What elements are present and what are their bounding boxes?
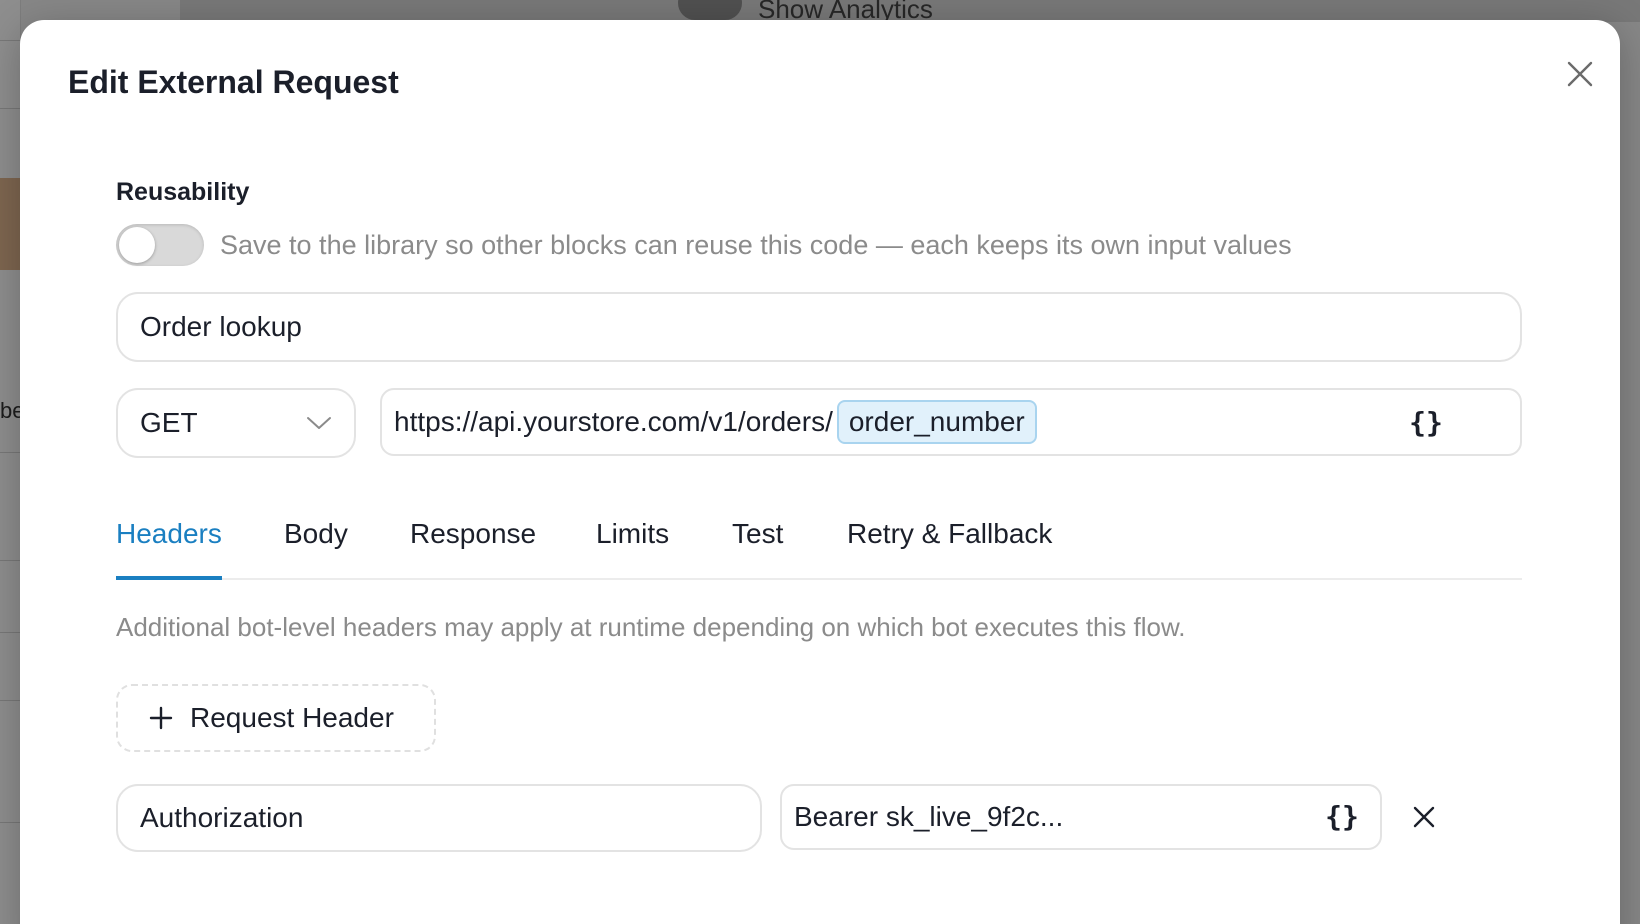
close-button[interactable] [1556, 50, 1604, 98]
request-tabs: Headers Body Response Limits Test Retry … [116, 514, 1522, 580]
add-request-header-button[interactable]: Request Header [116, 684, 436, 752]
tab-headers[interactable]: Headers [116, 514, 222, 580]
edit-external-request-modal: Edit External Request Reusability Save t… [20, 20, 1620, 924]
remove-header-button[interactable] [1402, 795, 1446, 839]
header-value-insert-variable-button[interactable]: {} [1320, 794, 1364, 838]
header-value-input[interactable]: Bearer sk_live_9f2c... [780, 784, 1382, 850]
modal-title: Edit External Request [68, 64, 399, 100]
reusability-label: Reusability [116, 178, 250, 206]
toggle-knob [119, 227, 155, 263]
url-insert-variable-button[interactable]: {} [1404, 400, 1448, 444]
request-name-input[interactable]: Order lookup [116, 292, 1522, 362]
http-method-value: GET [140, 407, 198, 438]
chevron-down-icon [307, 417, 331, 429]
reusability-description: Save to the library so other blocks can … [220, 230, 1292, 260]
tab-retry-fallback[interactable]: Retry & Fallback [847, 514, 1052, 578]
tab-limits[interactable]: Limits [596, 514, 669, 578]
reusability-toggle[interactable] [116, 224, 204, 266]
http-method-select[interactable]: GET [116, 388, 356, 458]
add-request-header-label: Request Header [190, 702, 394, 733]
close-icon [1413, 806, 1435, 828]
close-icon [1567, 61, 1593, 87]
tab-test[interactable]: Test [732, 514, 783, 578]
plus-icon [148, 705, 174, 731]
header-key-input[interactable]: Authorization [116, 784, 762, 852]
headers-note: Additional bot-level headers may apply a… [116, 612, 1186, 642]
tab-body[interactable]: Body [284, 514, 348, 578]
url-variable-chip[interactable]: order_number [836, 400, 1037, 444]
header-value-text: Bearer sk_live_9f2c... [794, 801, 1064, 832]
url-input[interactable]: https://api.yourstore.com/v1/orders/ ord… [380, 388, 1522, 456]
tab-response[interactable]: Response [410, 514, 536, 578]
url-text: https://api.yourstore.com/v1/orders/ [394, 406, 833, 437]
